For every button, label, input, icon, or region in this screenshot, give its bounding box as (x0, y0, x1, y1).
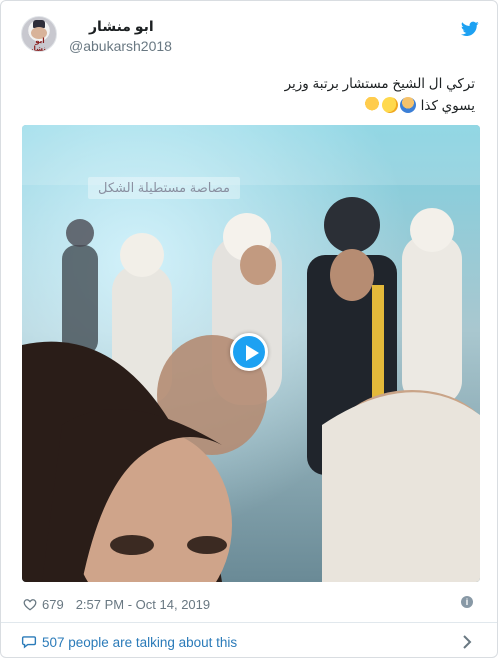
video-thumbnail[interactable]: مصاصة مستطيلة الشكل (22, 125, 480, 582)
rolling-laughing-emoji-icon (379, 94, 401, 116)
timestamp[interactable]: 2:57 PM - Oct 14, 2019 (76, 597, 210, 612)
tweet-text-line-1: تركي ال الشيخ مستشار برتبة وزير (284, 76, 475, 91)
conversation-link-text[interactable]: 507 people are talking about this (42, 635, 237, 650)
author-handle[interactable]: @abukarsh2018 (69, 38, 172, 54)
avatar[interactable]: ابو منشار (21, 16, 57, 52)
man-facepalming-emoji-icon (399, 97, 416, 113)
comment-bubble-icon (21, 636, 37, 649)
tweet-text: تركي ال الشيخ مستشار برتبة وزير يسوي كذا (35, 73, 475, 117)
conversation-link[interactable]: 507 people are talking about this (21, 629, 481, 655)
like-count[interactable]: 679 (42, 597, 64, 612)
play-icon[interactable] (230, 333, 268, 371)
info-icon[interactable]: i (461, 596, 473, 608)
pointing-down-emoji-icon (363, 97, 380, 113)
author-display-name[interactable]: ابو منشار (89, 18, 154, 35)
divider (1, 622, 497, 623)
heart-icon[interactable] (23, 598, 37, 611)
tweet-meta: 679 2:57 PM - Oct 14, 2019 (23, 594, 210, 614)
chevron-right-icon[interactable] (462, 635, 472, 649)
avatar-logo-text: ابو منشار (29, 38, 51, 52)
video-watermark: مصاصة مستطيلة الشكل (88, 177, 240, 199)
embedded-tweet-card: ابو منشار ابو منشار @abukarsh2018 تركي ا… (0, 0, 498, 658)
tweet-text-line-2-text: يسوي كذا (420, 98, 475, 113)
tweet-text-line-2: يسوي كذا (35, 94, 475, 117)
twitter-bird-icon[interactable] (461, 21, 479, 37)
